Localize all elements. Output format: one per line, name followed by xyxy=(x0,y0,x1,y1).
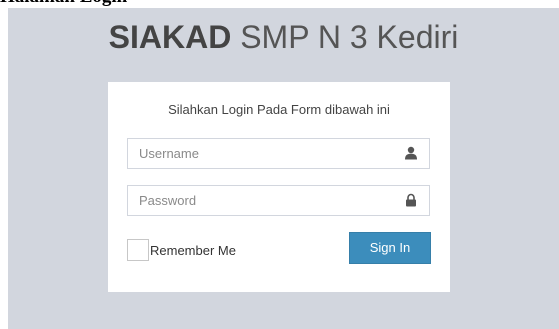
sign-in-button[interactable]: Sign In xyxy=(349,232,431,264)
user-icon xyxy=(405,146,417,160)
login-box-message: Silahkan Login Pada Form dibawah ini xyxy=(168,102,390,117)
document-heading-text: Halaman Login xyxy=(0,0,127,8)
login-page: SIAKAD SMP N 3 Kediri Silahkan Login Pad… xyxy=(8,0,559,329)
logo-school-name: SMP N 3 Kediri xyxy=(231,19,459,55)
login-box: Silahkan Login Pada Form dibawah ini Rem… xyxy=(108,82,450,292)
document-heading-fragment: Halaman Login xyxy=(0,0,559,8)
username-field[interactable] xyxy=(127,138,430,169)
logo-brand: SIAKAD xyxy=(108,19,232,55)
app-logo: SIAKAD SMP N 3 Kediri xyxy=(8,17,559,57)
lock-icon xyxy=(406,193,416,207)
remember-me-label[interactable]: Remember Me xyxy=(150,243,236,258)
password-field[interactable] xyxy=(127,185,430,216)
remember-me[interactable]: Remember Me xyxy=(127,239,277,263)
username-input[interactable] xyxy=(128,139,409,168)
password-input[interactable] xyxy=(128,186,409,215)
remember-me-checkbox[interactable] xyxy=(127,239,149,261)
